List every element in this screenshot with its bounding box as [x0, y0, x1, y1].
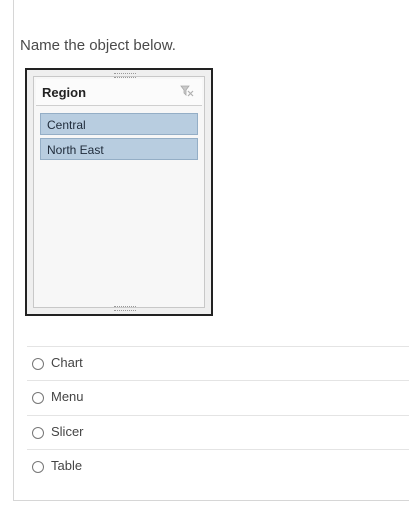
resize-handle-bottom: [114, 306, 136, 311]
slicer-item-north-east: North East: [40, 138, 198, 160]
slicer-header: Region: [36, 79, 202, 106]
option-label: Slicer: [51, 424, 84, 439]
radio-button[interactable]: [32, 461, 44, 473]
slicer-image: Region Central North East: [25, 68, 213, 316]
filter-clear-icon: [180, 85, 194, 97]
option-label: Chart: [51, 355, 83, 370]
radio-button[interactable]: [32, 427, 44, 439]
option-chart[interactable]: Chart: [27, 346, 409, 381]
slicer-title: Region: [42, 85, 87, 100]
question-text: Name the object below.: [20, 37, 176, 54]
option-table[interactable]: Table: [27, 449, 409, 484]
slicer-item-central: Central: [40, 113, 198, 135]
option-label: Table: [51, 458, 83, 473]
resize-handle-top: [114, 73, 136, 78]
option-menu[interactable]: Menu: [27, 380, 409, 415]
option-label: Menu: [51, 389, 84, 404]
slicer-panel: Region Central North East: [33, 73, 205, 311]
option-slicer[interactable]: Slicer: [27, 415, 409, 450]
radio-button[interactable]: [32, 358, 44, 370]
radio-button[interactable]: [32, 392, 44, 404]
